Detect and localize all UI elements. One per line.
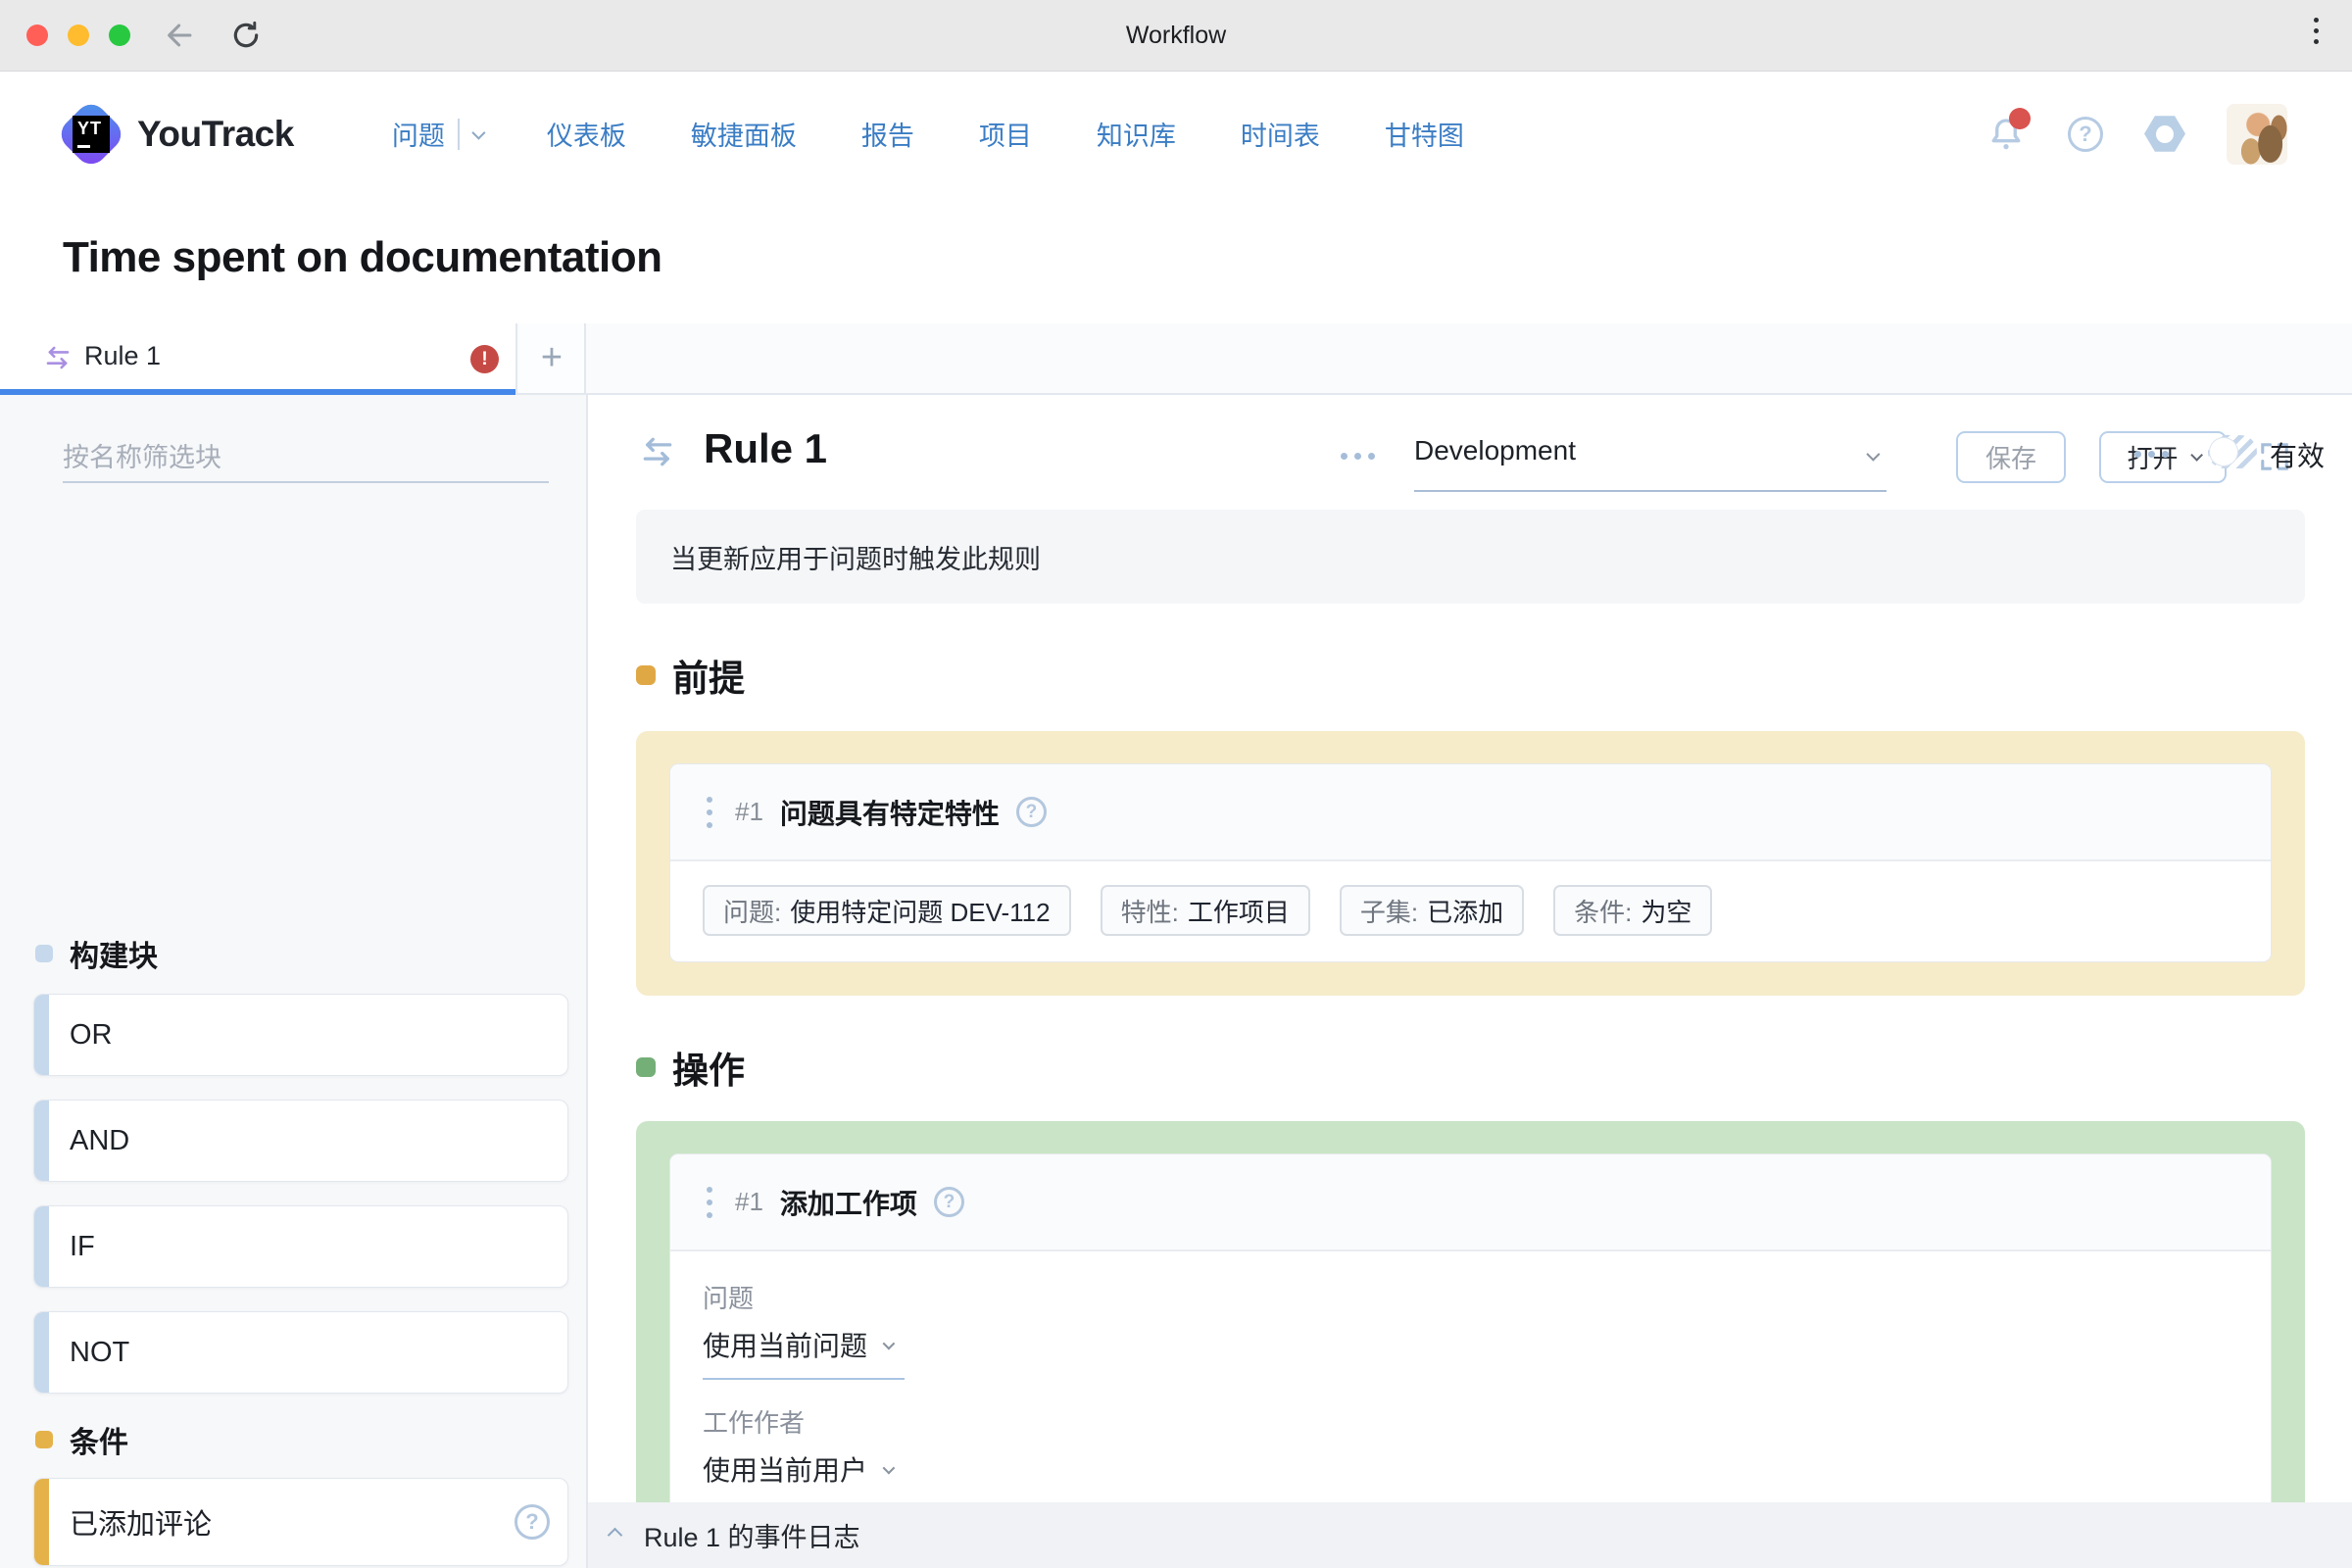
- help-icon[interactable]: ?: [1016, 797, 1047, 827]
- section-prerequisites: 前提: [636, 649, 745, 702]
- reload-icon[interactable]: [230, 20, 262, 51]
- youtrack-logo-icon[interactable]: YT: [63, 106, 120, 163]
- section-bullet-icon: [636, 1057, 656, 1077]
- block-or[interactable]: OR: [33, 994, 568, 1076]
- section-bullet-icon: [35, 1431, 53, 1448]
- back-icon[interactable]: [164, 19, 197, 52]
- field-label-work-author: 工作作者: [703, 1403, 2271, 1440]
- top-navigation: YT YouTrack 问题 仪表板 敏捷面板 报告 项目 知识库 时间表 甘特…: [0, 72, 2352, 196]
- workflow-title: Time spent on documentation: [63, 233, 662, 282]
- nav-right-icons: ?: [1985, 72, 2287, 196]
- chevron-up-icon[interactable]: [608, 1528, 623, 1544]
- divider: [458, 119, 460, 150]
- param-chip-issue[interactable]: 问题: 使用特定问题 DEV-112: [703, 885, 1071, 936]
- field-underline: [703, 1378, 905, 1380]
- error-badge-icon: !: [470, 345, 499, 373]
- block-if[interactable]: IF: [33, 1205, 568, 1288]
- block-and[interactable]: AND: [33, 1100, 568, 1182]
- field-select-work-author[interactable]: 使用当前用户: [703, 1449, 2271, 1489]
- logo-monogram: YT: [77, 119, 102, 139]
- section-actions: 操作: [636, 1041, 745, 1094]
- drag-handle-icon[interactable]: [701, 1181, 718, 1224]
- param-chip-subset[interactable]: 子集: 已添加: [1340, 885, 1524, 936]
- section-building-blocks: 构建块: [35, 932, 158, 975]
- section-bullet-icon: [636, 665, 656, 685]
- blocks-sidebar: 构建块 OR AND IF NOT 条件 已添加评论 ? 已删除评论 ? 已添加…: [0, 395, 588, 1568]
- save-button[interactable]: 保存: [1956, 431, 2066, 483]
- help-icon[interactable]: ?: [934, 1187, 964, 1217]
- nav-item-issues[interactable]: 问题: [392, 115, 482, 153]
- maximize-window-button[interactable]: [109, 24, 130, 46]
- help-icon[interactable]: ?: [514, 1504, 550, 1540]
- field-label-issue: 问题: [703, 1279, 2271, 1315]
- notifications-bell-icon[interactable]: [1985, 114, 2027, 155]
- nav-menu: 问题 仪表板 敏捷面板 报告 项目 知识库 时间表 甘特图: [392, 115, 1464, 153]
- section-conditions: 条件: [35, 1418, 128, 1461]
- window-controls: [26, 24, 130, 46]
- chevron-down-icon: [883, 1337, 896, 1349]
- browser-menu-icon[interactable]: [2314, 18, 2319, 44]
- workflow-options-icon[interactable]: [1341, 453, 1375, 460]
- nav-item-knowledge-base[interactable]: 知识库: [1097, 115, 1176, 153]
- nav-item-reports[interactable]: 报告: [861, 115, 914, 153]
- swap-arrows-icon: [43, 343, 73, 372]
- event-log-label: Rule 1 的事件日志: [644, 1516, 860, 1554]
- rule-active-toggle[interactable]: [2208, 435, 2257, 468]
- window-title: Workflow: [0, 22, 2352, 50]
- rule-tabs: Rule 1 ! +: [0, 323, 2352, 395]
- settings-hexagon-icon[interactable]: [2144, 116, 2185, 153]
- workflow-header: Time spent on documentation Development …: [0, 196, 2352, 323]
- prerequisite-block: #1 问题具有特定特性 ? 问题: 使用特定问题 DEV-112 特性: 工作项…: [669, 763, 2272, 962]
- section-bullet-icon: [35, 945, 53, 962]
- project-select[interactable]: Development: [1414, 427, 1886, 492]
- tab-rule-1[interactable]: Rule 1 !: [0, 323, 517, 395]
- field-select-issue[interactable]: 使用当前问题: [703, 1325, 2271, 1364]
- rule-status-label: 有效: [2270, 435, 2325, 474]
- notification-badge: [2009, 108, 2031, 129]
- nav-item-projects[interactable]: 项目: [979, 115, 1032, 153]
- block-parameters: 问题: 使用特定问题 DEV-112 特性: 工作项目 子集: 已添加 条件: …: [670, 861, 2271, 936]
- chevron-down-icon: [2190, 449, 2203, 462]
- block-fields: 问题 使用当前问题 工作作者 使用当前用户: [670, 1251, 2271, 1489]
- param-chip-condition[interactable]: 条件: 为空: [1553, 885, 1712, 936]
- block-header: #1 添加工作项 ?: [670, 1154, 2271, 1251]
- nav-item-dashboards[interactable]: 仪表板: [547, 115, 626, 153]
- brand-name: YouTrack: [137, 114, 294, 155]
- block-search-input[interactable]: [63, 434, 549, 483]
- chevron-down-icon: [1866, 448, 1880, 462]
- tab-label: Rule 1: [84, 341, 161, 371]
- project-select-value: Development: [1414, 435, 1576, 466]
- rule-options-icon[interactable]: [2134, 451, 2169, 458]
- help-icon[interactable]: ?: [2068, 117, 2103, 152]
- nav-item-gantt-charts[interactable]: 甘特图: [1385, 115, 1464, 153]
- block-header: #1 问题具有特定特性 ?: [670, 764, 2271, 861]
- browser-chrome: Workflow: [0, 0, 2352, 72]
- nav-item-timesheets[interactable]: 时间表: [1241, 115, 1320, 153]
- param-chip-property[interactable]: 特性: 工作项目: [1101, 885, 1310, 936]
- rule-name-heading: Rule 1: [704, 425, 827, 472]
- swap-arrows-icon: [639, 433, 676, 470]
- chevron-down-icon: [883, 1461, 896, 1474]
- chevron-down-icon[interactable]: [471, 125, 485, 139]
- minimize-window-button[interactable]: [68, 24, 89, 46]
- nav-item-agile-boards[interactable]: 敏捷面板: [691, 115, 797, 153]
- add-rule-tab-button[interactable]: +: [519, 323, 586, 393]
- block-comment-added[interactable]: 已添加评论 ?: [33, 1478, 568, 1566]
- block-not[interactable]: NOT: [33, 1311, 568, 1394]
- event-log-bar[interactable]: Rule 1 的事件日志: [588, 1502, 2352, 1568]
- user-avatar[interactable]: [2227, 104, 2287, 165]
- close-window-button[interactable]: [26, 24, 48, 46]
- trigger-description: 当更新应用于问题时触发此规则: [636, 510, 2305, 604]
- drag-handle-icon[interactable]: [701, 791, 718, 834]
